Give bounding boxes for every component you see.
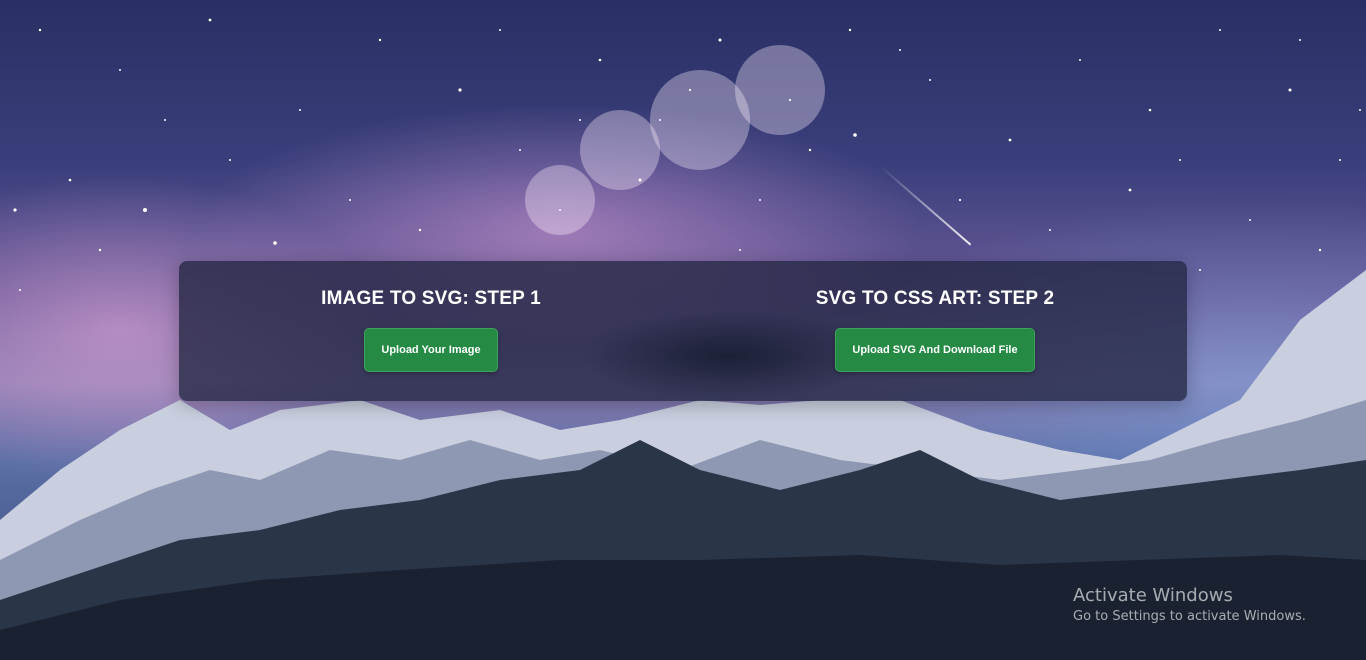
step-1-section: IMAGE TO SVG: STEP 1 Upload Your Image [211,261,651,401]
upload-svg-download-button[interactable]: Upload SVG And Download File [835,328,1035,372]
upload-panel: IMAGE TO SVG: STEP 1 Upload Your Image S… [179,261,1187,401]
step-2-section: SVG TO CSS ART: STEP 2 Upload SVG And Do… [715,261,1155,401]
activate-windows-watermark: Activate Windows Go to Settings to activ… [1073,585,1306,627]
watermark-title: Activate Windows [1073,585,1233,606]
step-1-title: IMAGE TO SVG: STEP 1 [321,288,541,309]
background-scene: IMAGE TO SVG: STEP 1 Upload Your Image S… [0,0,1366,660]
upload-image-button[interactable]: Upload Your Image [364,328,498,372]
watermark-subtitle: Go to Settings to activate Windows. [1073,609,1306,624]
step-2-title: SVG TO CSS ART: STEP 2 [815,288,1055,309]
